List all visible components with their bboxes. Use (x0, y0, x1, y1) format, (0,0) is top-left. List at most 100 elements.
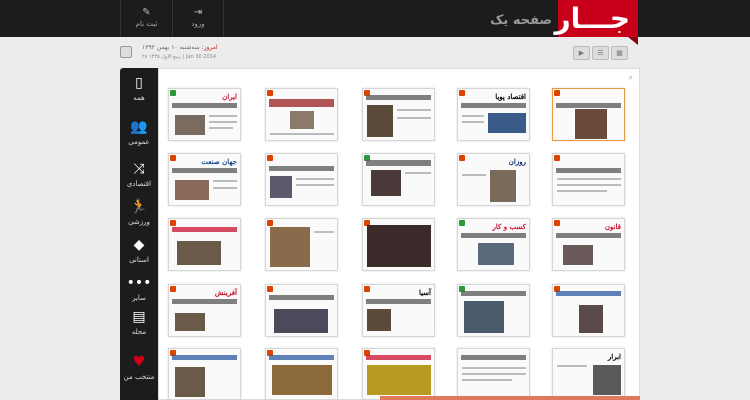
bottom-accent-bar (380, 396, 640, 400)
photo (272, 365, 332, 395)
headline-bar (366, 160, 431, 166)
newspaper-thumbnail[interactable] (457, 348, 530, 400)
date-display: امروز: سه‌شنبه ۱۰ بهمن ۱۳۹۲ ۲۸ ربیع الاو… (120, 43, 236, 63)
newspaper-masthead: کسب و کار (492, 222, 526, 231)
logo-fold (628, 37, 638, 45)
headline-bar (461, 355, 526, 360)
headline-bar (366, 299, 431, 304)
newspaper-masthead: قانون (604, 222, 621, 231)
newspaper-masthead (556, 92, 621, 101)
newspaper-thumbnail[interactable] (362, 348, 435, 400)
top-bar: ✎ ثبت نام ⇥ ورود جـــار صفحه یک (0, 0, 750, 37)
sidebar-item-magazine[interactable]: ▤ مجله (120, 306, 158, 346)
sidebar-item-all[interactable]: ▯ همه (120, 72, 158, 112)
newspaper-thumbnail[interactable] (265, 153, 338, 206)
newspaper-thumbnail[interactable]: آفرینش (168, 284, 241, 337)
grid-icon: ▦ (616, 49, 623, 57)
newspaper-thumbnail[interactable] (457, 284, 530, 337)
runner-icon: 🏃 (130, 199, 148, 215)
headline-bar (172, 299, 237, 304)
newspaper-thumbnail[interactable]: ابرار (552, 348, 625, 400)
sidebar-item-label: استانی (129, 256, 149, 264)
iran-map-icon: ◆ (133, 237, 145, 253)
headline-bar (172, 103, 237, 108)
sidebar-item-provincial[interactable]: ◆ استانی (120, 234, 158, 274)
newspaper-thumbnail[interactable] (265, 88, 338, 141)
newspaper-thumbnail[interactable] (265, 348, 338, 400)
newspaper-masthead: آفرینش (214, 288, 237, 297)
date-secondary: ۲۸ ربیع الاول ۱۴۳۵ | Jan 30 2014 (142, 54, 217, 60)
headline-bar (366, 355, 431, 360)
newspaper-thumbnail[interactable] (265, 284, 338, 337)
newspaper-thumbnail[interactable]: روزان (457, 153, 530, 206)
photo (175, 367, 205, 397)
newspaper-masthead: آسیا (418, 288, 431, 297)
newspaper-thumbnail[interactable]: آسیا (362, 284, 435, 337)
photo (367, 105, 393, 137)
photo (290, 111, 314, 129)
register-button[interactable]: ✎ ثبت نام (120, 0, 172, 37)
photo (488, 113, 526, 133)
newspaper-thumbnail[interactable]: جهان صنعت (168, 153, 241, 206)
headline-bar (556, 291, 621, 296)
photo (270, 227, 310, 267)
headline-bar (269, 166, 334, 171)
sidebar-item-label: مجله (131, 328, 147, 336)
photo (274, 309, 328, 333)
newspaper-thumbnail[interactable] (362, 88, 435, 141)
photo (367, 225, 431, 267)
calendar-icon[interactable] (120, 46, 132, 58)
newspaper-masthead: ایران (222, 92, 237, 101)
headline-bar (556, 168, 621, 173)
date-persian: سه‌شنبه ۱۰ بهمن ۱۳۹۲ (142, 44, 200, 51)
newspaper-thumbnail[interactable] (265, 218, 338, 271)
search-icon[interactable]: ⌕ (629, 73, 633, 83)
sidebar-item-label: ورزشی (128, 218, 150, 226)
sidebar-item-sports[interactable]: 🏃 ورزشی (120, 196, 158, 236)
photo (367, 365, 431, 395)
photo (175, 180, 209, 200)
photo (175, 313, 205, 331)
newspaper-thumbnail[interactable] (552, 88, 625, 141)
photo (478, 243, 514, 265)
headline-bar (461, 291, 526, 296)
sidebar-item-favorites[interactable]: ♥ منتخب من (120, 351, 158, 391)
sidebar-item-general[interactable]: 👥 عمومی (120, 116, 158, 156)
sidebar-item-economic[interactable]: ⤨ اقتصادی (120, 158, 158, 198)
photo (177, 241, 221, 265)
newspaper-thumbnail[interactable]: ایران (168, 88, 241, 141)
newspaper-thumbnail[interactable]: اقتصاد پویا (457, 88, 530, 141)
badge-icon (267, 220, 273, 226)
newspaper-thumbnail[interactable] (552, 153, 625, 206)
logo-subtitle: صفحه یک (490, 13, 552, 28)
category-sidebar: ▯ همه 👥 عمومی ⤨ اقتصادی 🏃 ورزشی ◆ استانی… (120, 68, 158, 400)
newspaper-icon: ▯ (135, 75, 143, 91)
newspaper-thumbnail[interactable] (362, 218, 435, 271)
login-button[interactable]: ⇥ ورود (172, 0, 224, 37)
people-icon: 👥 (130, 119, 148, 135)
photo (371, 170, 401, 196)
photo (490, 170, 516, 202)
newspaper-thumbnail[interactable] (552, 284, 625, 337)
newspaper-thumbnail[interactable] (362, 153, 435, 206)
headline-bar (269, 99, 334, 107)
grid-view-button[interactable]: ▦ (611, 46, 628, 60)
newspaper-thumbnail[interactable] (168, 348, 241, 400)
dots-icon: ••• (126, 275, 152, 291)
headline-bar (461, 233, 526, 238)
photo (270, 176, 292, 198)
newspaper-thumbnail[interactable]: کسب و کار (457, 218, 530, 271)
play-slideshow-button[interactable]: ▶ (573, 46, 590, 60)
date-label: امروز: (201, 44, 218, 51)
headline-bar (556, 233, 621, 238)
newspaper-thumbnail[interactable]: قانون (552, 218, 625, 271)
list-view-button[interactable]: ☰ (592, 46, 609, 60)
play-icon: ▶ (578, 49, 585, 57)
headline-bar (269, 355, 334, 360)
headline-bar (172, 227, 237, 232)
chart-icon: ⤨ (133, 161, 145, 177)
sidebar-item-label: منتخب من (123, 373, 155, 381)
sidebar-item-label: همه (133, 94, 145, 102)
newspaper-thumbnail[interactable] (168, 218, 241, 271)
site-logo[interactable]: جـــار (554, 2, 630, 35)
